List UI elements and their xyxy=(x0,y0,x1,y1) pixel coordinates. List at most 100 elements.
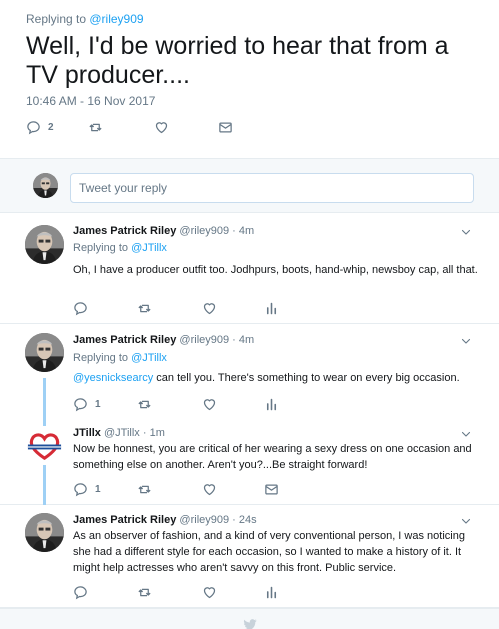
direct-message-icon xyxy=(218,120,233,135)
avatar[interactable] xyxy=(25,225,64,264)
reply-input[interactable]: Tweet your reply xyxy=(70,173,474,203)
analytics-icon xyxy=(264,585,279,600)
analytics-button[interactable] xyxy=(264,585,279,600)
mention-link[interactable]: @yesnicksearcy xyxy=(73,372,153,384)
author-name[interactable]: JTillx xyxy=(73,427,101,439)
reply-icon xyxy=(73,482,88,497)
tweet-header: James Patrick Riley @riley909 · 24s xyxy=(73,514,257,526)
author-handle[interactable]: @riley909 xyxy=(179,334,229,346)
main-tweet: Replying to @riley909 Well, I'd be worri… xyxy=(0,0,499,158)
tweet-text: As an observer of fashion, and a kind of… xyxy=(73,530,465,574)
replying-to-line: Replying to @JTillx xyxy=(73,352,167,364)
reply-icon xyxy=(73,301,88,316)
reply-icon xyxy=(73,397,88,412)
replying-to-line: Replying to @JTillx xyxy=(73,242,167,254)
replying-to-label: Replying to xyxy=(73,242,132,254)
separator: · xyxy=(229,334,239,346)
reply-button[interactable] xyxy=(73,301,88,316)
like-button[interactable] xyxy=(154,120,169,135)
retweet-icon xyxy=(137,482,152,497)
author-name[interactable]: James Patrick Riley xyxy=(73,334,176,346)
replying-to-line: Replying to @riley909 xyxy=(26,12,144,26)
reply-button[interactable]: 1 xyxy=(73,397,101,412)
retweet-button[interactable] xyxy=(137,397,152,412)
like-button[interactable] xyxy=(202,585,217,600)
tweet-time[interactable]: 4m xyxy=(239,225,254,237)
analytics-button[interactable] xyxy=(264,301,279,316)
main-tweet-actions: 2 xyxy=(26,120,326,136)
main-tweet-timestamp[interactable]: 10:46 AM - 16 Nov 2017 xyxy=(26,94,155,108)
retweet-button[interactable] xyxy=(88,120,103,135)
retweet-button[interactable] xyxy=(137,482,152,497)
reply-tweet[interactable]: JTillx @JTillx · 1m Now be honnest, you … xyxy=(0,414,499,505)
reply-tweet[interactable]: James Patrick Riley @riley909 · 4m Reply… xyxy=(0,213,499,324)
tweet-time[interactable]: 4m xyxy=(239,334,254,346)
user-avatar xyxy=(33,173,58,198)
tweet-header: James Patrick Riley @riley909 · 4m xyxy=(73,334,254,346)
separator: · xyxy=(229,514,239,526)
separator: · xyxy=(229,225,239,237)
reply-icon xyxy=(73,585,88,600)
reply-button[interactable]: 1 xyxy=(73,482,101,497)
reply-count: 1 xyxy=(95,484,101,495)
chevron-down-icon[interactable] xyxy=(460,335,472,347)
tweet-text: @yesnicksearcy can tell you. There's som… xyxy=(73,370,483,386)
avatar[interactable] xyxy=(25,426,64,465)
reply-icon xyxy=(26,120,41,135)
reply-button[interactable] xyxy=(73,585,88,600)
replying-to-handle-link[interactable]: @JTillx xyxy=(131,242,167,254)
author-name[interactable]: James Patrick Riley xyxy=(73,225,176,237)
like-button[interactable] xyxy=(202,482,217,497)
retweet-icon xyxy=(137,397,152,412)
direct-message-button[interactable] xyxy=(218,120,233,135)
tweet-actions: 1 xyxy=(73,482,333,496)
reply-count: 1 xyxy=(95,399,101,410)
reply-composer: Tweet your reply xyxy=(0,158,499,213)
timeline-end xyxy=(0,608,499,629)
analytics-icon xyxy=(264,301,279,316)
chevron-down-icon[interactable] xyxy=(460,226,472,238)
avatar[interactable] xyxy=(25,513,64,552)
tweet-text: Now be honnest, you are critical of her … xyxy=(73,443,472,471)
analytics-icon xyxy=(264,397,279,412)
replying-to-handle-link[interactable]: @riley909 xyxy=(89,12,143,26)
tweet-time[interactable]: 24s xyxy=(239,514,257,526)
thread-line xyxy=(43,378,46,414)
chevron-down-icon[interactable] xyxy=(460,428,472,440)
replying-to-handle-link[interactable]: @JTillx xyxy=(131,352,167,364)
analytics-button[interactable] xyxy=(264,397,279,412)
heart-icon xyxy=(202,397,217,412)
tweet-text-content: can tell you. There's something to wear … xyxy=(153,372,460,384)
direct-message-icon xyxy=(264,482,279,497)
tweet-header: JTillx @JTillx · 1m xyxy=(73,427,165,439)
separator: · xyxy=(139,427,150,439)
avatar[interactable] xyxy=(25,333,64,372)
chevron-down-icon[interactable] xyxy=(460,515,472,527)
like-button[interactable] xyxy=(202,397,217,412)
tweet-actions: 1 xyxy=(73,397,333,411)
retweet-icon xyxy=(137,301,152,316)
direct-message-button[interactable] xyxy=(264,482,279,497)
main-tweet-text: Well, I'd be worried to hear that from a… xyxy=(26,32,449,89)
tweet-text: Oh, I have a producer outfit too. Jodhpu… xyxy=(73,264,478,276)
like-button[interactable] xyxy=(202,301,217,316)
reply-button[interactable]: 2 xyxy=(26,120,54,135)
thread-line xyxy=(43,414,46,426)
replying-to-label: Replying to xyxy=(73,352,132,364)
reply-tweet[interactable]: James Patrick Riley @riley909 · 4m Reply… xyxy=(0,324,499,414)
reply-tweet[interactable]: James Patrick Riley @riley909 · 24s As a… xyxy=(0,505,499,608)
retweet-button[interactable] xyxy=(137,585,152,600)
tweet-actions xyxy=(73,301,333,315)
retweet-button[interactable] xyxy=(137,301,152,316)
tweet-time[interactable]: 1m xyxy=(150,427,165,439)
replying-to-label: Replying to xyxy=(26,12,90,26)
reply-count: 2 xyxy=(48,122,54,133)
retweet-icon xyxy=(137,585,152,600)
author-handle[interactable]: @JTillx xyxy=(104,427,140,439)
heart-icon xyxy=(202,301,217,316)
author-handle[interactable]: @riley909 xyxy=(179,514,229,526)
author-handle[interactable]: @riley909 xyxy=(179,225,229,237)
bird-logo-icon xyxy=(243,619,257,629)
author-name[interactable]: James Patrick Riley xyxy=(73,514,176,526)
heart-icon xyxy=(202,585,217,600)
